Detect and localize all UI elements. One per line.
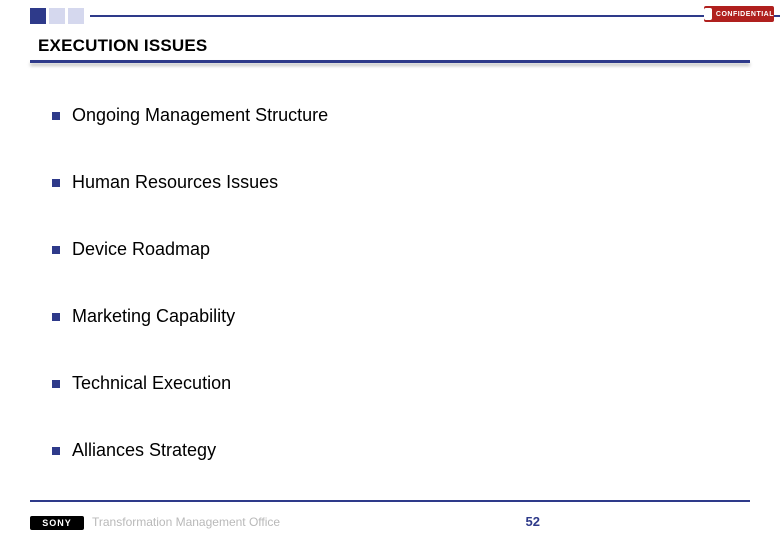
bullet-square-icon	[52, 246, 60, 254]
bullet-text: Alliances Strategy	[72, 440, 216, 461]
bullet-item: Ongoing Management Structure	[52, 105, 720, 126]
bullet-square-icon	[52, 112, 60, 120]
slide: CONFIDENTIAL EXECUTION ISSUES Ongoing Ma…	[0, 0, 780, 540]
bullet-list: Ongoing Management Structure Human Resou…	[52, 105, 720, 507]
bullet-square-icon	[52, 380, 60, 388]
bullet-square-icon	[52, 179, 60, 187]
footer: SONY Transformation Management Office 52	[0, 504, 780, 540]
accent-square-dark	[30, 8, 46, 24]
slide-title: EXECUTION ISSUES	[38, 36, 207, 56]
bullet-text: Device Roadmap	[72, 239, 210, 260]
accent-line	[90, 15, 780, 17]
confidential-badge: CONFIDENTIAL	[704, 6, 774, 22]
bullet-text: Human Resources Issues	[72, 172, 278, 193]
accent-squares	[30, 8, 84, 24]
footer-text: Transformation Management Office	[92, 515, 280, 529]
top-accent-bar	[30, 8, 780, 24]
bullet-item: Technical Execution	[52, 373, 720, 394]
page-number: 52	[526, 514, 540, 529]
bullet-text: Ongoing Management Structure	[72, 105, 328, 126]
bullet-item: Alliances Strategy	[52, 440, 720, 461]
sony-logo: SONY	[30, 516, 84, 530]
bullet-text: Technical Execution	[72, 373, 231, 394]
footer-line	[30, 500, 750, 502]
confidential-label: CONFIDENTIAL	[716, 11, 774, 18]
accent-square-light	[68, 8, 84, 24]
bullet-item: Marketing Capability	[52, 306, 720, 327]
sony-logo-text: SONY	[42, 518, 72, 528]
bullet-item: Human Resources Issues	[52, 172, 720, 193]
confidential-icon	[704, 8, 712, 20]
title-underline	[30, 60, 750, 63]
bullet-square-icon	[52, 447, 60, 455]
bullet-text: Marketing Capability	[72, 306, 235, 327]
bullet-square-icon	[52, 313, 60, 321]
accent-square-light	[49, 8, 65, 24]
bullet-item: Device Roadmap	[52, 239, 720, 260]
